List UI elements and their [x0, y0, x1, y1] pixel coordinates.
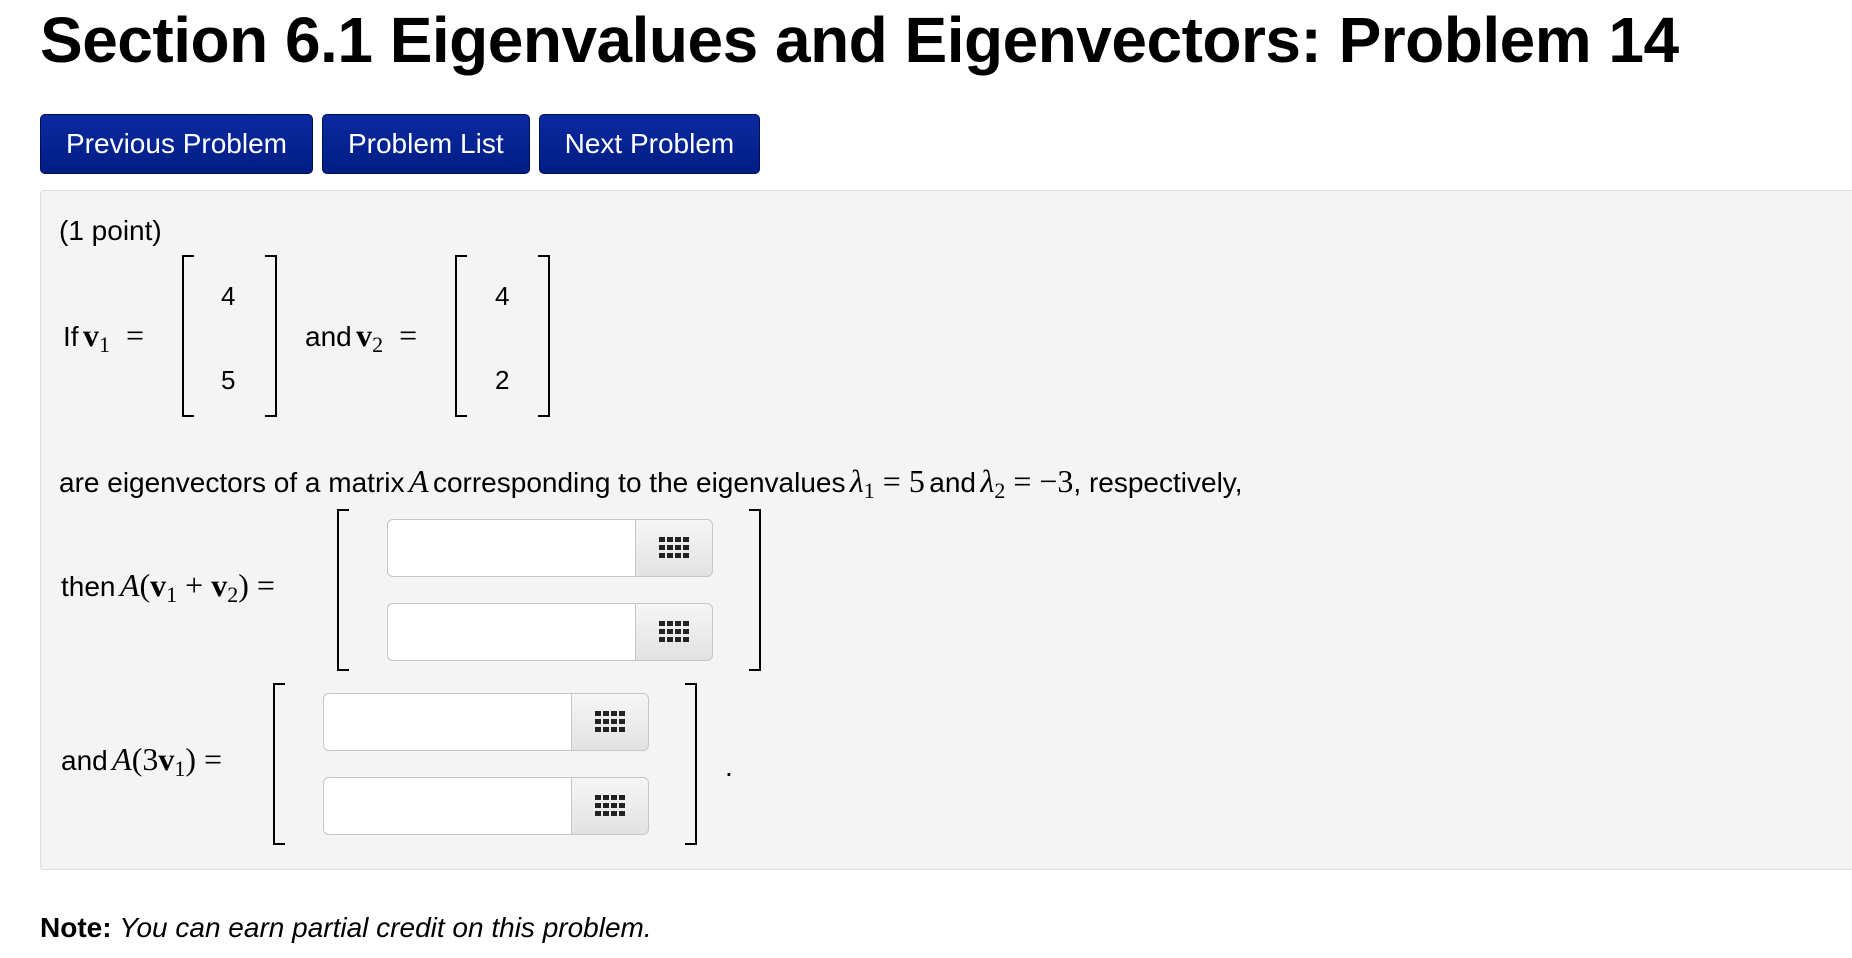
- problem-nav: Previous Problem Problem List Next Probl…: [40, 114, 761, 174]
- v2-entry-1: 4: [495, 281, 510, 311]
- lambda2-expression: λ2 = −3: [980, 463, 1074, 503]
- answer-scaled-2-input[interactable]: [323, 777, 571, 835]
- grid-keypad-icon: [659, 621, 689, 642]
- end-period: .: [725, 751, 733, 782]
- v2-symbol: v2 =: [356, 317, 418, 357]
- scaled-left-bracket: [273, 683, 285, 845]
- v1-right-bracket: [265, 255, 277, 417]
- sum-left-bracket: [337, 509, 349, 671]
- answer-scaled-1-keypad-button[interactable]: [571, 693, 649, 751]
- statement-prefix: are eigenvectors of a matrix: [59, 467, 405, 498]
- lambda1-expression: λ1 = 5: [849, 463, 925, 503]
- next-problem-button[interactable]: Next Problem: [538, 114, 761, 174]
- answer-sum-2-keypad-button[interactable]: [635, 603, 713, 661]
- points-label: (1 point): [59, 215, 162, 246]
- grid-keypad-icon: [659, 537, 689, 558]
- eigen-statement: are eigenvectors of a matrix A correspon…: [59, 463, 1243, 504]
- then-label: then: [61, 571, 116, 602]
- grid-keypad-icon: [595, 795, 625, 816]
- v1-left-bracket: [182, 255, 194, 417]
- if-label: If: [63, 321, 79, 352]
- answer-scaled-2: [323, 777, 649, 835]
- a-v1-plus-v2: A(v1 + v2) =: [119, 567, 275, 607]
- partial-credit-note: Note: You can earn partial credit on thi…: [40, 912, 652, 944]
- sum-expression: then A(v1 + v2) =: [61, 567, 275, 608]
- lambda1-value: 5: [908, 463, 925, 499]
- previous-problem-button[interactable]: Previous Problem: [40, 114, 313, 174]
- v2-entry-2: 2: [495, 365, 510, 395]
- a-3v1: A(3v1) =: [112, 741, 223, 781]
- note-label: Note:: [40, 912, 112, 943]
- and2-label: and: [61, 745, 108, 776]
- scaled-right-bracket: [685, 683, 697, 845]
- answer-sum-2: [387, 603, 713, 661]
- answer-sum-2-input[interactable]: [387, 603, 635, 661]
- v1-definition: If v1 =: [63, 317, 144, 358]
- answer-sum-1-input[interactable]: [387, 519, 635, 577]
- statement-suffix: , respectively,: [1073, 467, 1243, 498]
- v2-definition: and v2 =: [305, 317, 417, 358]
- statement-and: and: [929, 467, 976, 498]
- v1-symbol: v1 =: [83, 317, 145, 357]
- answer-scaled-2-keypad-button[interactable]: [571, 777, 649, 835]
- answer-sum-1: [387, 519, 713, 577]
- lambda2-value: −3: [1039, 463, 1074, 499]
- problem-body: (1 point) If v1 = 4 5 and v2 = 4 2 are e…: [40, 190, 1852, 870]
- v1-entry-1: 4: [221, 281, 236, 311]
- scaled-expression: and A(3v1) =: [61, 741, 222, 782]
- v2-left-bracket: [455, 255, 467, 417]
- answer-scaled-1-input[interactable]: [323, 693, 571, 751]
- matrix-symbol: A: [408, 463, 429, 499]
- problem-list-button[interactable]: Problem List: [321, 114, 530, 174]
- note-text: You can earn partial credit on this prob…: [119, 912, 652, 943]
- answer-sum-1-keypad-button[interactable]: [635, 519, 713, 577]
- and-label: and: [305, 321, 352, 352]
- grid-keypad-icon: [595, 711, 625, 732]
- answer-scaled-1: [323, 693, 649, 751]
- v2-right-bracket: [538, 255, 550, 417]
- page-title: Section 6.1 Eigenvalues and Eigenvectors…: [40, 4, 1679, 76]
- v1-entry-2: 5: [221, 365, 236, 395]
- sum-right-bracket: [749, 509, 761, 671]
- statement-mid: corresponding to the eigenvalues: [432, 467, 846, 498]
